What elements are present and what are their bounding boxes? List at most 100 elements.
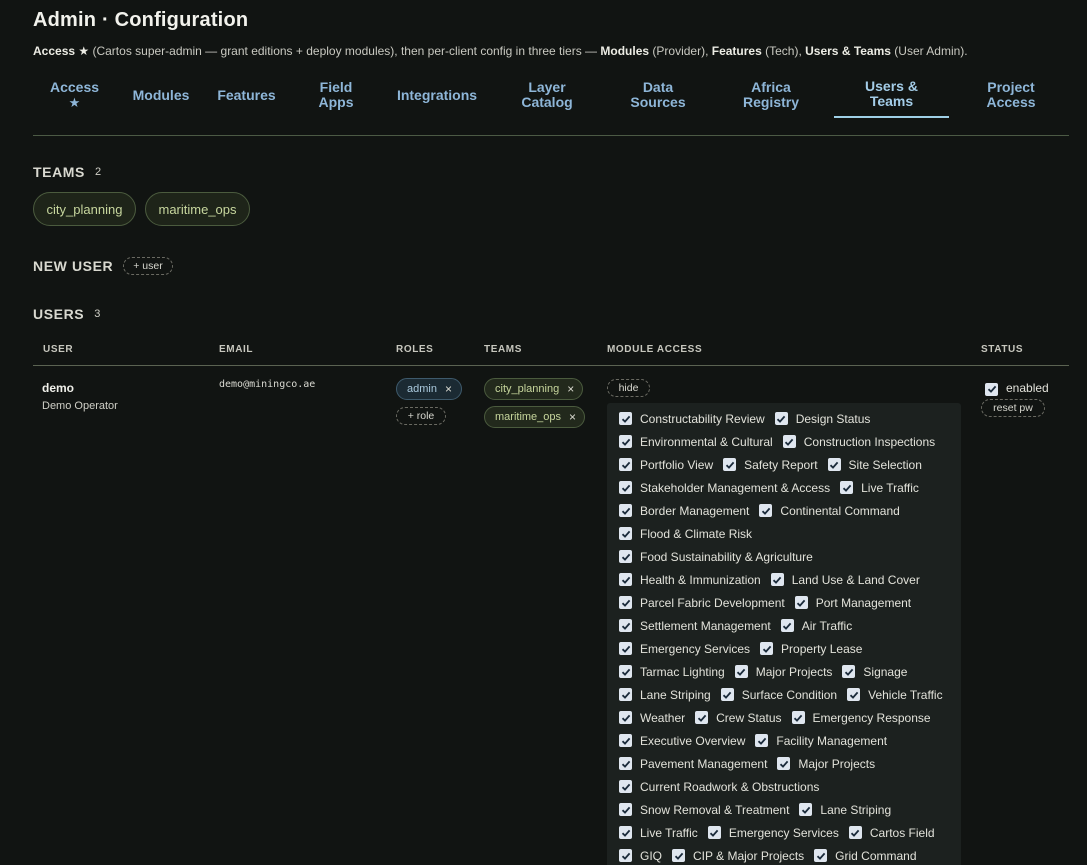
- module-access-hide-button[interactable]: hide: [607, 379, 650, 397]
- checkbox-checked-icon[interactable]: [770, 573, 784, 586]
- module-checkbox-item[interactable]: Continental Command: [759, 504, 900, 518]
- checkbox-checked-icon[interactable]: [759, 504, 773, 517]
- checkbox-checked-icon[interactable]: [619, 734, 632, 747]
- module-checkbox-item[interactable]: Grid Command: [814, 849, 917, 863]
- module-checkbox-item[interactable]: Settlement Management: [619, 619, 771, 633]
- module-checkbox-item[interactable]: Site Selection: [827, 458, 922, 472]
- module-checkbox-item[interactable]: Constructability Review: [619, 412, 765, 426]
- module-checkbox-item[interactable]: Live Traffic: [619, 826, 698, 840]
- checkbox-checked-icon[interactable]: [619, 596, 632, 609]
- checkbox-checked-icon[interactable]: [707, 826, 721, 839]
- module-checkbox-item[interactable]: Parcel Fabric Development: [619, 596, 785, 610]
- module-checkbox-item[interactable]: Emergency Response: [791, 711, 931, 725]
- module-checkbox-item[interactable]: Weather: [619, 711, 685, 725]
- checkbox-checked-icon[interactable]: [619, 481, 632, 494]
- tab-data-sources[interactable]: Data Sources: [618, 72, 698, 118]
- checkbox-checked-icon[interactable]: [840, 481, 854, 494]
- checkbox-checked-icon[interactable]: [619, 780, 632, 793]
- checkbox-checked-icon[interactable]: [794, 596, 808, 609]
- tab-access[interactable]: Access ★: [33, 72, 116, 118]
- checkbox-checked-icon[interactable]: [619, 435, 632, 448]
- module-checkbox-item[interactable]: Current Roadwork & Obstructions: [619, 780, 819, 794]
- checkbox-checked-icon[interactable]: [619, 688, 632, 701]
- module-checkbox-item[interactable]: Design Status: [774, 412, 870, 426]
- remove-role-icon[interactable]: ×: [445, 382, 452, 396]
- remove-team-icon[interactable]: ×: [567, 382, 574, 396]
- checkbox-checked-icon[interactable]: [777, 757, 791, 770]
- team-chip-maritime-ops[interactable]: maritime_ops: [145, 192, 250, 226]
- status-enabled-checkbox[interactable]: [985, 381, 1006, 399]
- checkbox-checked-icon[interactable]: [619, 826, 632, 839]
- checkbox-checked-icon[interactable]: [782, 435, 796, 448]
- tab-integrations[interactable]: Integrations: [389, 72, 485, 118]
- module-checkbox-item[interactable]: Air Traffic: [780, 619, 852, 633]
- tab-project-access[interactable]: Project Access: [968, 72, 1054, 118]
- add-role-button[interactable]: + role: [396, 407, 446, 425]
- module-checkbox-item[interactable]: Emergency Services: [707, 826, 839, 840]
- checkbox-checked-icon[interactable]: [619, 619, 632, 632]
- module-checkbox-item[interactable]: Port Management: [794, 596, 911, 610]
- module-checkbox-item[interactable]: Border Management: [619, 504, 749, 518]
- tab-layer-catalog[interactable]: Layer Catalog: [507, 72, 587, 118]
- tab-users-teams[interactable]: Users & Teams: [834, 72, 949, 118]
- module-checkbox-item[interactable]: Live Traffic: [840, 481, 919, 495]
- checkbox-checked-icon[interactable]: [799, 803, 813, 816]
- module-checkbox-item[interactable]: Lane Striping: [799, 803, 891, 817]
- checkbox-checked-icon[interactable]: [619, 757, 632, 770]
- checkbox-checked-icon[interactable]: [791, 711, 805, 724]
- checkbox-checked-icon[interactable]: [619, 527, 632, 540]
- module-checkbox-item[interactable]: Executive Overview: [619, 734, 745, 748]
- checkbox-checked-icon[interactable]: [619, 711, 632, 724]
- checkbox-checked-icon[interactable]: [842, 665, 856, 678]
- checkbox-checked-icon[interactable]: [619, 573, 632, 586]
- module-checkbox-item[interactable]: Crew Status: [695, 711, 782, 725]
- remove-team-icon[interactable]: ×: [569, 410, 576, 424]
- checkbox-checked-icon[interactable]: [619, 412, 632, 425]
- checkbox-checked-icon[interactable]: [619, 550, 632, 563]
- module-checkbox-item[interactable]: Signage: [842, 665, 907, 679]
- module-checkbox-item[interactable]: Tarmac Lighting: [619, 665, 725, 679]
- checkbox-checked-icon[interactable]: [695, 711, 709, 724]
- module-checkbox-item[interactable]: Lane Striping: [619, 688, 711, 702]
- checkbox-checked-icon[interactable]: [619, 504, 632, 517]
- checkbox-checked-icon[interactable]: [619, 849, 632, 862]
- checkbox-checked-icon[interactable]: [619, 458, 632, 471]
- checkbox-checked-icon[interactable]: [672, 849, 686, 862]
- checkbox-checked-icon[interactable]: [619, 803, 632, 816]
- checkbox-checked-icon[interactable]: [619, 665, 632, 678]
- add-user-button[interactable]: + user: [123, 257, 173, 275]
- checkbox-checked-icon[interactable]: [619, 642, 632, 655]
- checkbox-checked-icon[interactable]: [723, 458, 737, 471]
- checkbox-checked-icon[interactable]: [847, 688, 861, 701]
- module-checkbox-item[interactable]: Major Projects: [734, 665, 832, 679]
- module-checkbox-item[interactable]: Surface Condition: [720, 688, 837, 702]
- checkbox-checked-icon[interactable]: [734, 665, 748, 678]
- tab-field-apps[interactable]: Field Apps: [297, 72, 375, 118]
- checkbox-checked-icon[interactable]: [760, 642, 774, 655]
- tab-features[interactable]: Features: [208, 72, 285, 118]
- module-checkbox-item[interactable]: Safety Report: [723, 458, 818, 472]
- checkbox-checked-icon[interactable]: [848, 826, 862, 839]
- reset-password-button[interactable]: reset pw: [981, 399, 1045, 417]
- module-checkbox-item[interactable]: Construction Inspections: [782, 435, 935, 449]
- checkbox-checked-icon[interactable]: [814, 849, 828, 862]
- module-checkbox-item[interactable]: Land Use & Land Cover: [770, 573, 920, 587]
- module-checkbox-item[interactable]: Vehicle Traffic: [847, 688, 943, 702]
- module-checkbox-item[interactable]: Flood & Climate Risk: [619, 527, 752, 541]
- module-checkbox-item[interactable]: Pavement Management: [619, 757, 767, 771]
- module-checkbox-item[interactable]: Stakeholder Management & Access: [619, 481, 830, 495]
- module-checkbox-item[interactable]: Facility Management: [755, 734, 887, 748]
- checkbox-checked-icon[interactable]: [720, 688, 734, 701]
- module-checkbox-item[interactable]: Health & Immunization: [619, 573, 761, 587]
- module-checkbox-item[interactable]: Emergency Services: [619, 642, 750, 656]
- checkbox-checked-icon[interactable]: [827, 458, 841, 471]
- module-checkbox-item[interactable]: Major Projects: [777, 757, 875, 771]
- module-checkbox-item[interactable]: CIP & Major Projects: [672, 849, 804, 863]
- module-checkbox-item[interactable]: GIQ: [619, 849, 662, 863]
- module-checkbox-item[interactable]: Food Sustainability & Agriculture: [619, 550, 813, 564]
- module-checkbox-item[interactable]: Snow Removal & Treatment: [619, 803, 789, 817]
- tab-modules[interactable]: Modules: [122, 72, 200, 118]
- checkbox-checked-icon[interactable]: [774, 412, 788, 425]
- module-checkbox-item[interactable]: Property Lease: [760, 642, 862, 656]
- checkbox-checked-icon[interactable]: [755, 734, 769, 747]
